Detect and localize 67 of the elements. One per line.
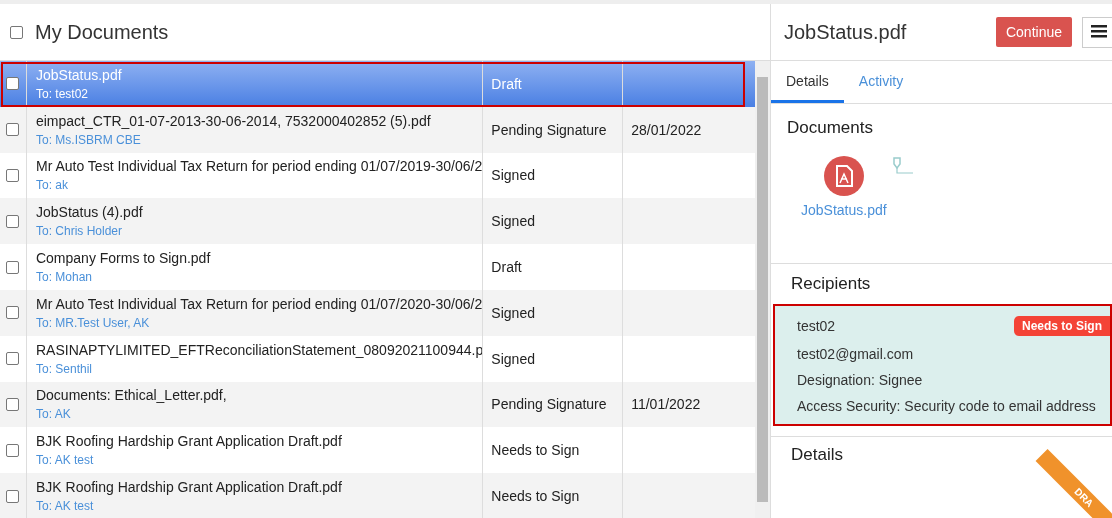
document-name: eimpact_CTR_01-07-2013-30-06-2014, 7532000402852 (5).pdf [35, 112, 432, 129]
recipient-name: To: Senthil [35, 361, 93, 376]
status-text: Signed [491, 350, 535, 367]
status-badge: Needs to Sign [1014, 316, 1110, 336]
recipient-designation: Designation: Signee [797, 372, 924, 388]
status-text: Needs to Sign [491, 488, 580, 505]
document-name: RASINAPTYLIMITED_EFTReconciliationStatement_08092021100944.p [35, 341, 483, 358]
recipient-name: To: AK test [35, 453, 95, 468]
recipient-card[interactable]: test02 Needs to Sign test02@gmail.com Designation: Signee Access Security: Security code to email address [773, 304, 1112, 426]
document-row[interactable]: RASINAPTYLIMITED_EFTReconciliationStatement_08092021100944.p To: Senthil Signed [0, 335, 755, 382]
status-text: Draft [491, 75, 522, 92]
document-row[interactable]: Documents: Ethical_Letter.pdf, To: AK Pending Signature 11/01/2022 [0, 381, 755, 428]
status-text: Pending Signature [491, 396, 607, 413]
recipient-name: To: Chris Holder [35, 224, 123, 239]
row-checkbox[interactable] [6, 260, 20, 274]
row-checkbox[interactable] [6, 77, 20, 91]
recipient-name: To: ak [35, 178, 69, 193]
recipient-name: To: Ms.ISBRM CBE [35, 132, 142, 147]
document-name: BJK Roofing Hardship Grant Application Draft.pdf [35, 433, 343, 450]
document-name: Company Forms to Sign.pdf [35, 250, 212, 267]
document-row[interactable]: JobStatus (4).pdf To: Chris Holder Signed [0, 198, 755, 245]
row-checkbox[interactable] [6, 352, 20, 366]
status-text: Draft [491, 259, 522, 276]
recipient-name: To: test02 [35, 86, 89, 101]
row-checkbox[interactable] [6, 489, 20, 503]
document-title: JobStatus.pdf [784, 20, 908, 44]
row-checkbox[interactable] [6, 397, 20, 411]
date-text: 11/01/2022 [631, 396, 701, 413]
section-heading: Documents [787, 118, 873, 137]
status-text: Signed [491, 304, 535, 321]
scrollbar[interactable] [755, 61, 770, 518]
row-checkbox[interactable] [6, 443, 20, 457]
pdf-icon [823, 156, 864, 196]
document-name: Mr Auto Test Individual Tax Return for period ending 01/07/2019-30/06/2 [35, 158, 483, 175]
status-text: Signed [491, 213, 535, 230]
recipient-name: To: Mohan [35, 270, 93, 285]
document-name: BJK Roofing Hardship Grant Application Draft.pdf [35, 479, 343, 496]
menu-button[interactable] [1082, 16, 1112, 48]
status-text: Needs to Sign [491, 442, 580, 459]
menu-icon [1091, 23, 1107, 38]
row-checkbox[interactable] [6, 214, 20, 228]
row-checkbox[interactable] [6, 123, 20, 137]
recipient-name: To: MR.Test User, AK [35, 315, 151, 330]
date-text: 28/01/2022 [631, 121, 702, 138]
continue-button[interactable]: Continue [995, 17, 1072, 47]
document-row[interactable]: Company Forms to Sign.pdf To: Mohan Draft [0, 244, 755, 290]
access-security: Access Security: Security code to email address [797, 398, 1097, 414]
select-all-checkbox[interactable] [10, 25, 23, 39]
recipient-name: To: AK [35, 407, 72, 422]
list-title: My Documents [35, 20, 169, 44]
document-row[interactable]: BJK Roofing Hardship Grant Application Draft.pdf To: AK test Needs to Sign [0, 473, 755, 518]
document-row[interactable]: Mr Auto Test Individual Tax Return for period ending 01/07/2020-30/06/2 To: MR.Test User, AK Signed [0, 290, 755, 336]
document-row[interactable]: eimpact_CTR_01-07-2013-30-06-2014, 7532000402852 (5).pdf To: Ms.ISBRM CBE Pending Signature 28/01/2022 [0, 106, 755, 153]
recipient-name: To: AK test [35, 499, 95, 514]
document-name: JobStatus (4).pdf [35, 204, 144, 221]
status-text: Signed [491, 167, 535, 184]
document-name: Mr Auto Test Individual Tax Return for period ending 01/07/2020-30/06/2 [35, 295, 483, 312]
recipient-name: test02 [797, 318, 836, 334]
tab[interactable]: Details [771, 61, 844, 103]
row-checkbox[interactable] [6, 169, 20, 182]
document-name: Documents: Ethical_Letter.pdf, [35, 387, 228, 404]
document-name: JobStatus.pdf [35, 66, 123, 83]
status-text: Pending Signature [491, 121, 607, 138]
section-heading: Recipients [791, 274, 871, 293]
section-heading: Details [791, 445, 843, 464]
recipient-email: test02@gmail.com [797, 346, 915, 362]
row-checkbox[interactable] [6, 306, 20, 320]
